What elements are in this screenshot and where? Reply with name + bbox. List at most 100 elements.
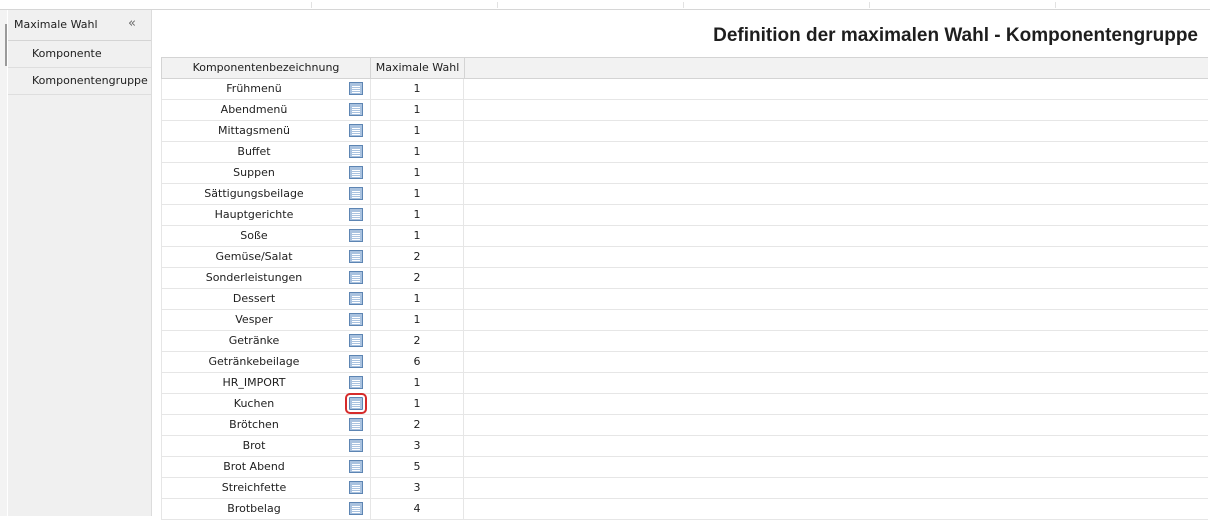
edit-list-icon[interactable] <box>349 460 363 473</box>
edit-list-icon[interactable] <box>349 229 363 242</box>
edit-list-icon[interactable] <box>349 124 363 137</box>
edit-list-icon[interactable] <box>349 208 363 221</box>
collapse-chevron-icon[interactable]: « <box>128 16 136 31</box>
table-row[interactable]: Brot Abend 5 <box>161 457 1208 478</box>
left-edge-handle[interactable] <box>5 24 7 66</box>
component-name-cell[interactable]: HR_IMPORT <box>161 373 370 394</box>
component-name-cell[interactable]: Kuchen <box>161 393 370 415</box>
icon-line <box>352 302 360 303</box>
max-choice-cell[interactable]: 1 <box>370 79 464 100</box>
table-row[interactable]: Brotbelag 4 <box>161 499 1208 520</box>
component-name: Vesper <box>235 313 273 326</box>
table-row[interactable]: Mittagsmenü 1 <box>161 121 1208 142</box>
edit-list-icon[interactable] <box>349 82 363 95</box>
max-choice-cell[interactable]: 6 <box>370 352 464 373</box>
max-choice-cell[interactable]: 4 <box>370 499 464 520</box>
edit-list-icon[interactable] <box>349 187 363 200</box>
max-choice-cell[interactable]: 5 <box>370 457 464 478</box>
table-row[interactable]: Suppen 1 <box>161 163 1208 184</box>
table-row[interactable]: Frühmenü 1 <box>161 79 1208 100</box>
max-choice-cell[interactable]: 1 <box>370 100 464 121</box>
max-choice-cell[interactable]: 1 <box>370 394 464 415</box>
max-choice-cell[interactable]: 1 <box>370 184 464 205</box>
edit-list-icon[interactable] <box>349 271 363 284</box>
table-row[interactable]: Gemüse/Salat 2 <box>161 247 1208 268</box>
table-row[interactable]: Brötchen 2 <box>161 415 1208 436</box>
component-name-cell[interactable]: Buffet <box>161 142 370 163</box>
component-name-cell[interactable]: Brötchen <box>161 415 370 436</box>
max-choice-cell[interactable]: 1 <box>370 226 464 247</box>
component-name-cell[interactable]: Dessert <box>161 289 370 310</box>
table-row[interactable]: HR_IMPORT 1 <box>161 373 1208 394</box>
icon-line <box>352 277 360 278</box>
icon-line <box>352 323 360 324</box>
icon-line <box>352 212 360 213</box>
component-name-cell[interactable]: Brot Abend <box>161 457 370 478</box>
edit-list-icon[interactable] <box>349 145 363 158</box>
max-choice-cell[interactable]: 1 <box>370 142 464 163</box>
grid-body: Frühmenü 1 Abendmenü 1 Mittagsmenü 1 Buffet 1 Su… <box>161 79 1208 520</box>
component-name-cell[interactable]: Hauptgerichte <box>161 205 370 226</box>
component-name-cell[interactable]: Brot <box>161 436 370 457</box>
edit-list-icon[interactable] <box>349 166 363 179</box>
table-row[interactable]: Brot 3 <box>161 436 1208 457</box>
column-header-max[interactable]: Maximale Wahl <box>370 58 464 78</box>
component-name-cell[interactable]: Frühmenü <box>161 79 370 100</box>
edit-list-icon[interactable] <box>349 103 363 116</box>
component-name-cell[interactable]: Vesper <box>161 310 370 331</box>
component-name-cell[interactable]: Gemüse/Salat <box>161 247 370 268</box>
table-row[interactable]: Hauptgerichte 1 <box>161 205 1208 226</box>
component-name-cell[interactable]: Streichfette <box>161 478 370 499</box>
icon-line <box>352 235 360 236</box>
edit-list-icon[interactable] <box>349 250 363 263</box>
edit-list-icon[interactable] <box>349 376 363 389</box>
component-name-cell[interactable]: Brotbelag <box>161 499 370 520</box>
edit-list-icon[interactable] <box>349 313 363 326</box>
max-choice-cell[interactable]: 1 <box>370 289 464 310</box>
component-name-cell[interactable]: Sättigungsbeilage <box>161 184 370 205</box>
max-choice-cell[interactable]: 1 <box>370 205 464 226</box>
navigation-panel: Maximale Wahl « Komponente Komponentengr… <box>8 10 152 516</box>
max-choice-cell[interactable]: 3 <box>370 436 464 457</box>
edit-list-icon[interactable] <box>349 355 363 368</box>
max-choice-cell[interactable]: 1 <box>370 121 464 142</box>
edit-list-icon[interactable] <box>349 502 363 515</box>
table-row[interactable]: Vesper 1 <box>161 310 1208 331</box>
max-choice-cell[interactable]: 1 <box>370 163 464 184</box>
nav-item-komponente[interactable]: Komponente <box>8 41 151 68</box>
component-name-cell[interactable]: Mittagsmenü <box>161 121 370 142</box>
component-name-cell[interactable]: Sonderleistungen <box>161 268 370 289</box>
edit-list-icon[interactable] <box>349 292 363 305</box>
table-row[interactable]: Sättigungsbeilage 1 <box>161 184 1208 205</box>
max-choice-cell[interactable]: 2 <box>370 331 464 352</box>
max-choice-cell[interactable]: 1 <box>370 373 464 394</box>
table-row[interactable]: Streichfette 3 <box>161 478 1208 499</box>
edit-list-icon[interactable] <box>349 334 363 347</box>
table-row[interactable]: Abendmenü 1 <box>161 100 1208 121</box>
nav-item-komponentengruppe[interactable]: Komponentengruppe <box>8 68 151 95</box>
table-row[interactable]: Getränke 2 <box>161 331 1208 352</box>
table-row[interactable]: Sonderleistungen 2 <box>161 268 1208 289</box>
component-name-cell[interactable]: Suppen <box>161 163 370 184</box>
table-row[interactable]: Getränkebeilage 6 <box>161 352 1208 373</box>
max-choice-cell[interactable]: 2 <box>370 247 464 268</box>
icon-line <box>352 239 360 240</box>
edit-list-icon[interactable] <box>349 418 363 431</box>
max-choice-cell[interactable]: 2 <box>370 415 464 436</box>
component-name-cell[interactable]: Abendmenü <box>161 100 370 121</box>
component-name-cell[interactable]: Soße <box>161 226 370 247</box>
column-header-name[interactable]: Komponentenbezeichnung <box>161 58 370 78</box>
edit-list-icon[interactable] <box>345 393 367 414</box>
table-row[interactable]: Buffet 1 <box>161 142 1208 163</box>
table-row[interactable]: Kuchen 1 <box>161 393 1208 415</box>
table-row[interactable]: Dessert 1 <box>161 289 1208 310</box>
table-row[interactable]: Soße 1 <box>161 226 1208 247</box>
edit-list-icon[interactable] <box>349 481 363 494</box>
max-choice-cell[interactable]: 3 <box>370 478 464 499</box>
edit-list-icon[interactable] <box>349 439 363 452</box>
component-name-cell[interactable]: Getränkebeilage <box>161 352 370 373</box>
max-choice-cell[interactable]: 2 <box>370 268 464 289</box>
component-name: Getränkebeilage <box>208 355 300 368</box>
max-choice-cell[interactable]: 1 <box>370 310 464 331</box>
component-name-cell[interactable]: Getränke <box>161 331 370 352</box>
